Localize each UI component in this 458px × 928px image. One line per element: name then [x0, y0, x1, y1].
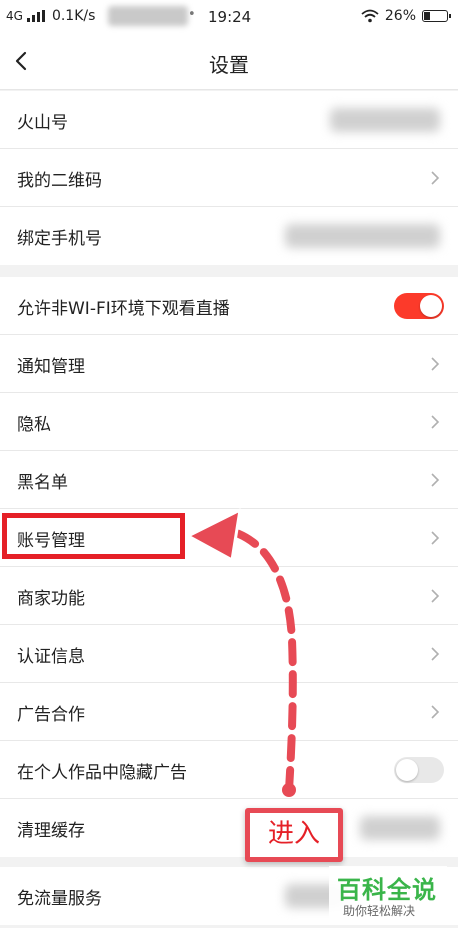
- settings-item-label: 免流量服务: [17, 889, 102, 909]
- wifi-icon: [361, 9, 379, 23]
- chevron-right-icon: [431, 357, 440, 371]
- settings-item-privacy[interactable]: 隐私: [0, 393, 458, 451]
- live-wifi-toggle[interactable]: [394, 293, 444, 319]
- battery-icon: [422, 10, 451, 22]
- settings-item-qr-code[interactable]: 我的二维码: [0, 149, 458, 207]
- settings-item-label: 通知管理: [17, 357, 85, 377]
- network-type: 4G: [6, 9, 23, 23]
- chevron-right-icon: [431, 473, 440, 487]
- hide-ads-toggle[interactable]: [394, 757, 444, 783]
- highlight-box: [2, 513, 185, 559]
- page-title: 设置: [209, 53, 249, 77]
- signal-icon: [26, 10, 45, 22]
- settings-item-label: 我的二维码: [17, 171, 102, 191]
- settings-item-label: 广告合作: [17, 705, 85, 725]
- settings-item-volcano-id[interactable]: 火山号: [0, 91, 458, 149]
- settings-item-label: 火山号: [17, 113, 68, 133]
- watermark: 百科全说 助你轻松解决: [329, 866, 447, 922]
- status-bar: 4G 0.1K/s • 19:24 26%: [0, 0, 458, 34]
- chevron-right-icon: [431, 589, 440, 603]
- network-speed: 0.1K/s: [51, 8, 96, 24]
- status-left: 4G 0.1K/s: [6, 8, 95, 24]
- chevron-right-icon: [431, 531, 440, 545]
- chevron-right-icon: [431, 171, 440, 185]
- settings-item-live-without-wifi[interactable]: 允许非WI-FI环境下观看直播: [0, 277, 458, 335]
- watermark-subtitle: 助你轻松解决: [343, 904, 416, 918]
- enter-annotation-badge: 进入: [245, 808, 343, 862]
- clock: 19:24: [208, 8, 252, 26]
- nav-bar: 设置: [0, 34, 458, 90]
- status-right: 26%: [361, 8, 451, 24]
- blurred-value: [360, 816, 440, 840]
- settings-item-label: 允许非WI-FI环境下观看直播: [17, 299, 230, 319]
- notification-dot: •: [188, 7, 196, 22]
- settings-group-account: 火山号 我的二维码 绑定手机号: [0, 91, 458, 265]
- settings-item-clear-cache[interactable]: 清理缓存: [0, 799, 458, 857]
- chevron-right-icon: [431, 647, 440, 661]
- settings-item-label: 隐私: [17, 415, 51, 435]
- battery-percent: 26%: [384, 8, 416, 24]
- settings-item-blacklist[interactable]: 黑名单: [0, 451, 458, 509]
- settings-item-label: 黑名单: [17, 473, 68, 493]
- blurred-carrier: [108, 6, 188, 26]
- settings-group-general: 允许非WI-FI环境下观看直播 通知管理 隐私 黑名单 账号管理 商家功能 认证…: [0, 277, 458, 857]
- watermark-title: 百科全说: [337, 876, 437, 904]
- blurred-value: [330, 108, 440, 132]
- settings-item-label: 认证信息: [17, 647, 85, 667]
- settings-item-label: 在个人作品中隐藏广告: [17, 763, 187, 783]
- settings-item-label: 绑定手机号: [17, 229, 102, 249]
- chevron-right-icon: [431, 705, 440, 719]
- settings-item-ad-cooperation[interactable]: 广告合作: [0, 683, 458, 741]
- toggle-knob: [420, 295, 442, 317]
- settings-item-hide-ads[interactable]: 在个人作品中隐藏广告: [0, 741, 458, 799]
- settings-item-bind-phone[interactable]: 绑定手机号: [0, 207, 458, 265]
- toggle-knob: [396, 759, 418, 781]
- settings-item-verification[interactable]: 认证信息: [0, 625, 458, 683]
- chevron-right-icon: [431, 415, 440, 429]
- settings-item-notifications[interactable]: 通知管理: [0, 335, 458, 393]
- settings-item-label: 商家功能: [17, 589, 85, 609]
- blurred-value: [285, 224, 440, 248]
- settings-item-merchant[interactable]: 商家功能: [0, 567, 458, 625]
- settings-item-label: 清理缓存: [17, 821, 85, 841]
